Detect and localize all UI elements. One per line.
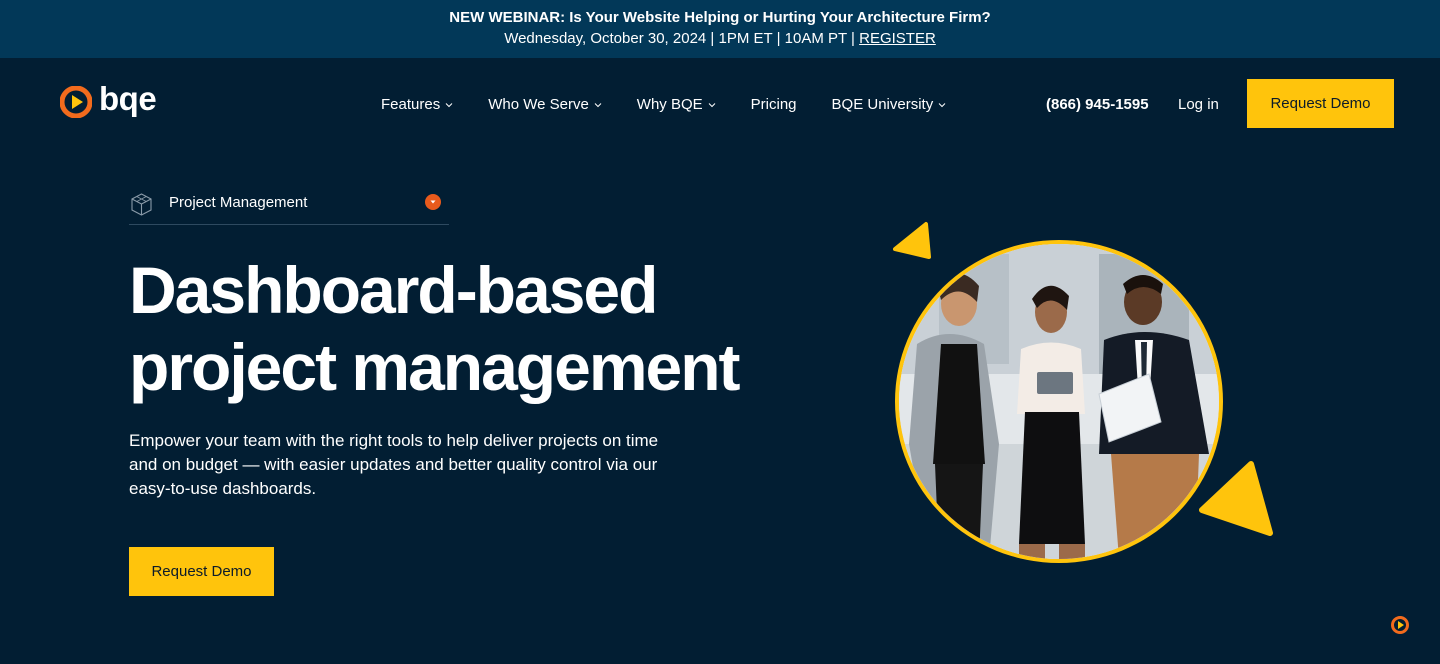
nav-item-who-we-serve[interactable]: Who We Serve xyxy=(488,96,602,113)
announcement-banner: NEW WEBINAR: Is Your Website Helping or … xyxy=(0,0,1440,58)
main-nav: Features Who We Serve Why BQE Pricing BQ… xyxy=(381,96,981,113)
team-illustration xyxy=(899,244,1219,559)
selector-toggle[interactable] xyxy=(425,194,441,210)
hero-title-line: project management xyxy=(129,330,740,404)
banner-details-text: Wednesday, October 30, 2024 | 1PM ET | 1… xyxy=(504,30,860,47)
chevron-down-icon xyxy=(445,102,453,107)
chevron-down-icon xyxy=(708,102,716,107)
chevron-down-icon xyxy=(938,102,946,107)
cube-icon xyxy=(131,192,152,216)
product-selector[interactable]: Project Management xyxy=(129,184,449,225)
triangle-shape xyxy=(893,222,931,259)
banner-details: Wednesday, October 30, 2024 | 1PM ET | 1… xyxy=(0,30,1440,47)
team-photo xyxy=(895,240,1223,563)
request-demo-button[interactable]: Request Demo xyxy=(1247,79,1394,128)
nav-item-bqe-university[interactable]: BQE University xyxy=(832,96,947,113)
nav-item-label: Who We Serve xyxy=(488,96,589,113)
nav-item-label: Pricing xyxy=(750,96,797,113)
triangle-shape xyxy=(1199,461,1273,536)
nav-item-label: Features xyxy=(381,96,441,113)
banner-headline: NEW WEBINAR: Is Your Website Helping or … xyxy=(449,9,991,26)
chevron-down-icon xyxy=(430,200,436,204)
product-selector-label: Project Management xyxy=(169,193,308,211)
nav-item-why-bqe[interactable]: Why BQE xyxy=(637,96,716,113)
nav-item-label: Why BQE xyxy=(636,96,703,113)
nav-item-pricing[interactable]: Pricing xyxy=(751,96,797,113)
hero-request-demo-button[interactable]: Request Demo xyxy=(129,547,274,596)
login-link[interactable]: Log in xyxy=(1178,96,1219,113)
register-link[interactable]: REGISTER xyxy=(859,30,936,47)
hero-title: Dashboard-based project management xyxy=(129,252,740,406)
nav-item-label: BQE University xyxy=(831,96,934,113)
hero-description: Empower your team with the right tools t… xyxy=(129,431,659,498)
chevron-down-icon xyxy=(594,102,602,107)
phone-link[interactable]: (866) 945-1595 xyxy=(1046,96,1149,113)
chat-launcher-icon[interactable] xyxy=(1391,616,1409,634)
bqe-play-logo-icon xyxy=(60,86,92,118)
logo-text: bqe xyxy=(99,80,157,117)
hero-title-line: Dashboard-based xyxy=(129,253,658,327)
logo[interactable]: bqe xyxy=(60,80,157,118)
nav-item-features[interactable]: Features xyxy=(381,96,453,113)
